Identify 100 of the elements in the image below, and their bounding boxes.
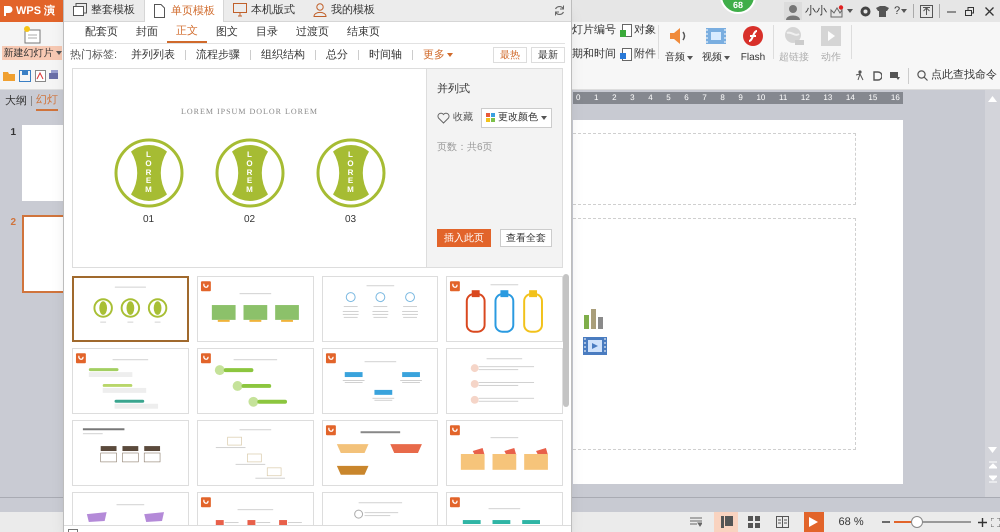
ribbon-item[interactable]: 期和时间	[572, 46, 616, 62]
new-slide-icon[interactable]	[22, 24, 42, 45]
ruler-number: 8	[720, 94, 725, 102]
sort-button[interactable]: 最热	[493, 47, 527, 63]
view-all-button[interactable]: 查看全套	[500, 229, 552, 247]
save-icon[interactable]	[19, 70, 31, 82]
tag-link[interactable]: 组织结构	[261, 46, 306, 64]
palette-icon	[486, 113, 495, 122]
refresh-icon[interactable]	[554, 5, 565, 16]
zoom-level: 68 %	[838, 514, 864, 530]
ruler-number: 5	[666, 94, 671, 102]
template-tab[interactable]: 单页模板	[144, 0, 224, 22]
tag-link[interactable]: 流程步骤	[196, 46, 240, 64]
ribbon-item[interactable]: 对象	[620, 22, 656, 38]
item-number: 02	[244, 213, 256, 227]
category-tab[interactable]: 正文	[167, 22, 207, 43]
favorite-button[interactable]: 收藏	[437, 110, 473, 125]
figure-icon[interactable]	[855, 70, 865, 81]
hot-tags-label: 热门标签:	[70, 48, 118, 63]
slide-drawing	[471, 358, 534, 404]
template-tab[interactable]: 我的模板	[304, 0, 384, 21]
slide-thumbnail[interactable]	[22, 215, 63, 293]
template-tab[interactable]: 整套模板	[64, 0, 144, 21]
category-tab[interactable]: 配套页	[76, 22, 127, 43]
fullscreen-icon[interactable]	[991, 518, 1000, 526]
circle-label: LOREM	[346, 151, 354, 195]
play-icon	[809, 517, 818, 527]
flash-icon	[742, 25, 764, 47]
category-tab[interactable]: 过渡页	[287, 22, 338, 43]
ruler-number: 9	[738, 94, 743, 102]
template-thumbnail[interactable]	[72, 276, 189, 342]
tag-link[interactable]: 时间轴	[369, 46, 402, 64]
circle-label: LOREM	[144, 151, 152, 195]
search-command[interactable]: 点此查找命令	[917, 67, 997, 84]
filter-icon[interactable]	[890, 70, 900, 80]
ruler-number: 14	[846, 94, 855, 102]
ribbon-button[interactable]: Flash	[736, 25, 770, 65]
crown-icon[interactable]	[830, 4, 844, 18]
ruler-number: 16	[890, 94, 900, 102]
slider-thumb[interactable]	[910, 516, 923, 528]
monitor-icon	[233, 3, 247, 17]
circle-drawing	[214, 138, 284, 208]
slide-drawing	[88, 359, 158, 409]
ribbon-item[interactable]: 附件	[620, 46, 656, 62]
item-number: 01	[142, 213, 154, 227]
ruler-number: 12	[800, 94, 810, 102]
avatar[interactable]	[784, 2, 802, 20]
film-icon	[705, 25, 727, 47]
ribbon-button[interactable]: 音频	[662, 25, 696, 65]
arrow-box-icon[interactable]	[920, 4, 934, 18]
sort-button[interactable]: 最新	[531, 47, 565, 63]
ruler-number: 4	[648, 94, 653, 102]
tag-link[interactable]: 总分	[326, 46, 348, 64]
slide-number: 2	[9, 216, 17, 230]
user-name[interactable]: 小小	[805, 2, 827, 20]
page-icon	[153, 4, 167, 18]
slide-drawing	[216, 429, 285, 479]
ruler-number: 15	[868, 94, 878, 102]
shirt-icon[interactable]	[876, 6, 889, 16]
restore-icon[interactable]	[964, 6, 976, 16]
slide-thumbnail[interactable]	[22, 125, 63, 201]
category-tab[interactable]: 结束页	[338, 22, 389, 43]
notes-icon[interactable]	[690, 517, 702, 527]
panel-tab[interactable]: 大纲	[5, 91, 27, 111]
change-color-button[interactable]: 更改颜色	[481, 108, 552, 128]
app-title: WPS 演	[16, 4, 56, 19]
film-icon[interactable]	[583, 337, 607, 355]
category-tab[interactable]: 目录	[247, 22, 287, 43]
user-icon	[313, 3, 327, 17]
ruler-number: 0	[576, 94, 580, 102]
category-tab[interactable]: 封面	[127, 22, 167, 43]
category-tab[interactable]: 图文	[207, 22, 247, 43]
pdf-icon[interactable]	[34, 70, 46, 82]
slide-number: 1	[9, 126, 17, 140]
folder-icon[interactable]	[3, 70, 16, 81]
new-slide-button[interactable]: 新建幻灯片	[2, 46, 62, 60]
item-number: 03	[344, 213, 356, 227]
view-button[interactable]	[714, 512, 738, 532]
scrollbar-thumb[interactable]	[563, 274, 570, 407]
caret-icon	[56, 51, 62, 55]
points-count: 68	[732, 1, 743, 10]
slide-drawing	[354, 502, 402, 519]
bar-chart-icon[interactable]	[583, 307, 605, 329]
ribbon-item[interactable]: 灯片编号	[572, 22, 616, 38]
tag-link[interactable]: 并列列表	[131, 46, 176, 64]
help-button[interactable]: ?	[894, 2, 908, 20]
template-tab[interactable]: 本机版式	[224, 0, 304, 21]
ruler-number: 3	[630, 94, 635, 102]
close-icon[interactable]	[984, 6, 996, 16]
printer-icon[interactable]	[49, 70, 58, 82]
caret-icon	[541, 116, 547, 120]
search-icon	[917, 70, 928, 81]
zoom-in-icon[interactable]	[978, 518, 987, 526]
slideshow-button[interactable]	[804, 512, 824, 532]
ruler-number: 11	[778, 94, 788, 102]
layout-title: 并列式	[437, 82, 471, 97]
more-dropdown[interactable]: 更多	[423, 46, 454, 64]
globe-icon	[783, 25, 805, 47]
caret-icon	[901, 9, 908, 13]
zoom-slider[interactable]	[894, 516, 971, 528]
